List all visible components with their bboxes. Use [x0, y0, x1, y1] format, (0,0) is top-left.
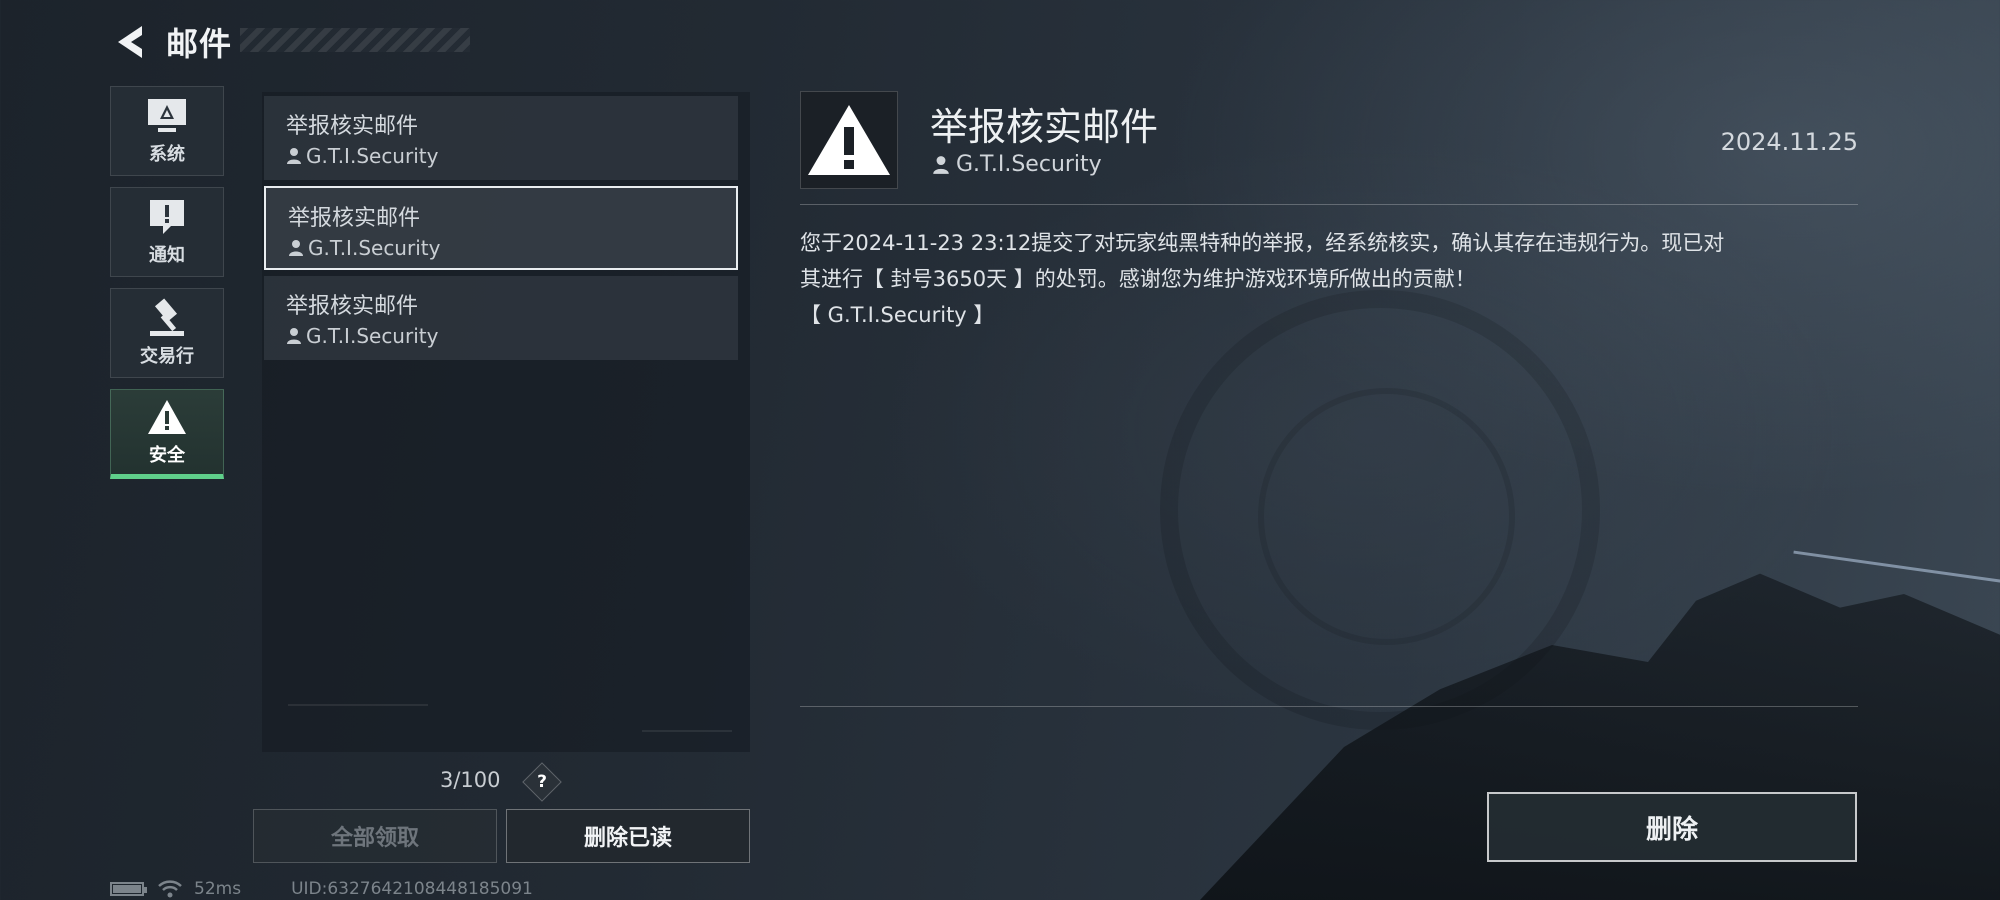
mail-body-line: 其进行【 封号3650天 】的处罚。感谢您为维护游戏环境所做出的贡献！ — [800, 267, 1476, 291]
mail-list-item[interactable]: 举报核实邮件 G.T.I.Security — [264, 276, 738, 360]
back-arrow-icon — [118, 26, 142, 58]
mail-sender-name: G.T.I.Security — [308, 236, 441, 260]
mail-sender-name: G.T.I.Security — [306, 324, 439, 348]
mail-detail-title: 举报核实邮件 — [930, 105, 1159, 149]
person-icon — [287, 328, 301, 344]
ping-value: 52ms — [194, 879, 242, 899]
claim-all-button[interactable]: 全部领取 — [253, 809, 497, 863]
sidebar-item-notice[interactable]: 通知 — [110, 187, 224, 277]
back-button[interactable] — [110, 20, 150, 64]
mail-sender: G.T.I.Security — [288, 236, 714, 260]
mail-subject: 举报核实邮件 — [286, 114, 419, 139]
mail-list-item-selected[interactable]: 举报核实邮件 G.T.I.Security — [264, 186, 738, 270]
battery-icon — [110, 882, 147, 896]
monitor-icon — [146, 96, 188, 136]
exclamation-bubble-icon — [146, 197, 188, 237]
wifi-icon — [158, 880, 182, 898]
mail-sender-name: G.T.I.Security — [306, 144, 439, 168]
warning-triangle-icon — [146, 397, 188, 437]
mail-type-icon-box — [800, 91, 898, 189]
delete-read-button[interactable]: 删除已读 — [506, 809, 750, 863]
help-icon: ? — [537, 772, 547, 792]
panel-decoration — [642, 730, 732, 732]
sidebar-item-trade[interactable]: 交易行 — [110, 288, 224, 378]
person-icon — [287, 148, 301, 164]
divider — [800, 204, 1858, 205]
mail-detail-date: 2024.11.25 — [1720, 128, 1858, 156]
sidebar-item-system[interactable]: 系统 — [110, 86, 224, 176]
mail-subject: 举报核实邮件 — [286, 294, 419, 319]
gavel-icon — [146, 298, 188, 338]
mail-sender: G.T.I.Security — [286, 144, 716, 168]
sidebar-item-label: 系统 — [149, 144, 185, 165]
user-id: UID:6327642108448185091 — [291, 879, 533, 899]
title-decoration — [240, 28, 470, 52]
warning-triangle-icon — [808, 105, 890, 175]
mail-subject: 举报核实邮件 — [288, 206, 421, 231]
mail-list-panel: 举报核实邮件 G.T.I.Security 举报核实邮件 G.T.I.Secur… — [262, 92, 750, 752]
person-icon — [933, 155, 949, 174]
sidebar-item-label: 交易行 — [140, 346, 194, 367]
delete-button[interactable]: 删除 — [1487, 792, 1857, 862]
category-sidebar: 系统 通知 交易行 安全 — [110, 86, 225, 490]
mail-detail-sender: G.T.I.Security — [932, 152, 1102, 177]
mail-detail-body: 您于2024-11-23 23:12提交了对玩家纯黑特种的举报，经系统核实，确认… — [800, 225, 1860, 333]
help-button[interactable]: ? — [522, 762, 562, 802]
header: 邮件 — [110, 18, 232, 66]
page-title: 邮件 — [166, 25, 233, 63]
divider — [800, 706, 1858, 707]
mail-count: 3/100 — [440, 768, 501, 792]
mail-sender: G.T.I.Security — [286, 324, 716, 348]
sidebar-item-label: 安全 — [149, 445, 185, 466]
mail-body-line: 【 G.T.I.Security 】 — [800, 303, 995, 327]
sidebar-item-label: 通知 — [149, 245, 185, 266]
panel-decoration — [288, 704, 428, 706]
status-bar: 52ms UID:6327642108448185091 — [110, 878, 533, 900]
mail-detail-sender-name: G.T.I.Security — [956, 152, 1102, 177]
person-icon — [289, 240, 303, 256]
mail-list-item[interactable]: 举报核实邮件 G.T.I.Security — [264, 96, 738, 180]
sidebar-item-security[interactable]: 安全 — [110, 389, 224, 479]
mail-body-line: 您于2024-11-23 23:12提交了对玩家纯黑特种的举报，经系统核实，确认… — [800, 231, 1725, 255]
